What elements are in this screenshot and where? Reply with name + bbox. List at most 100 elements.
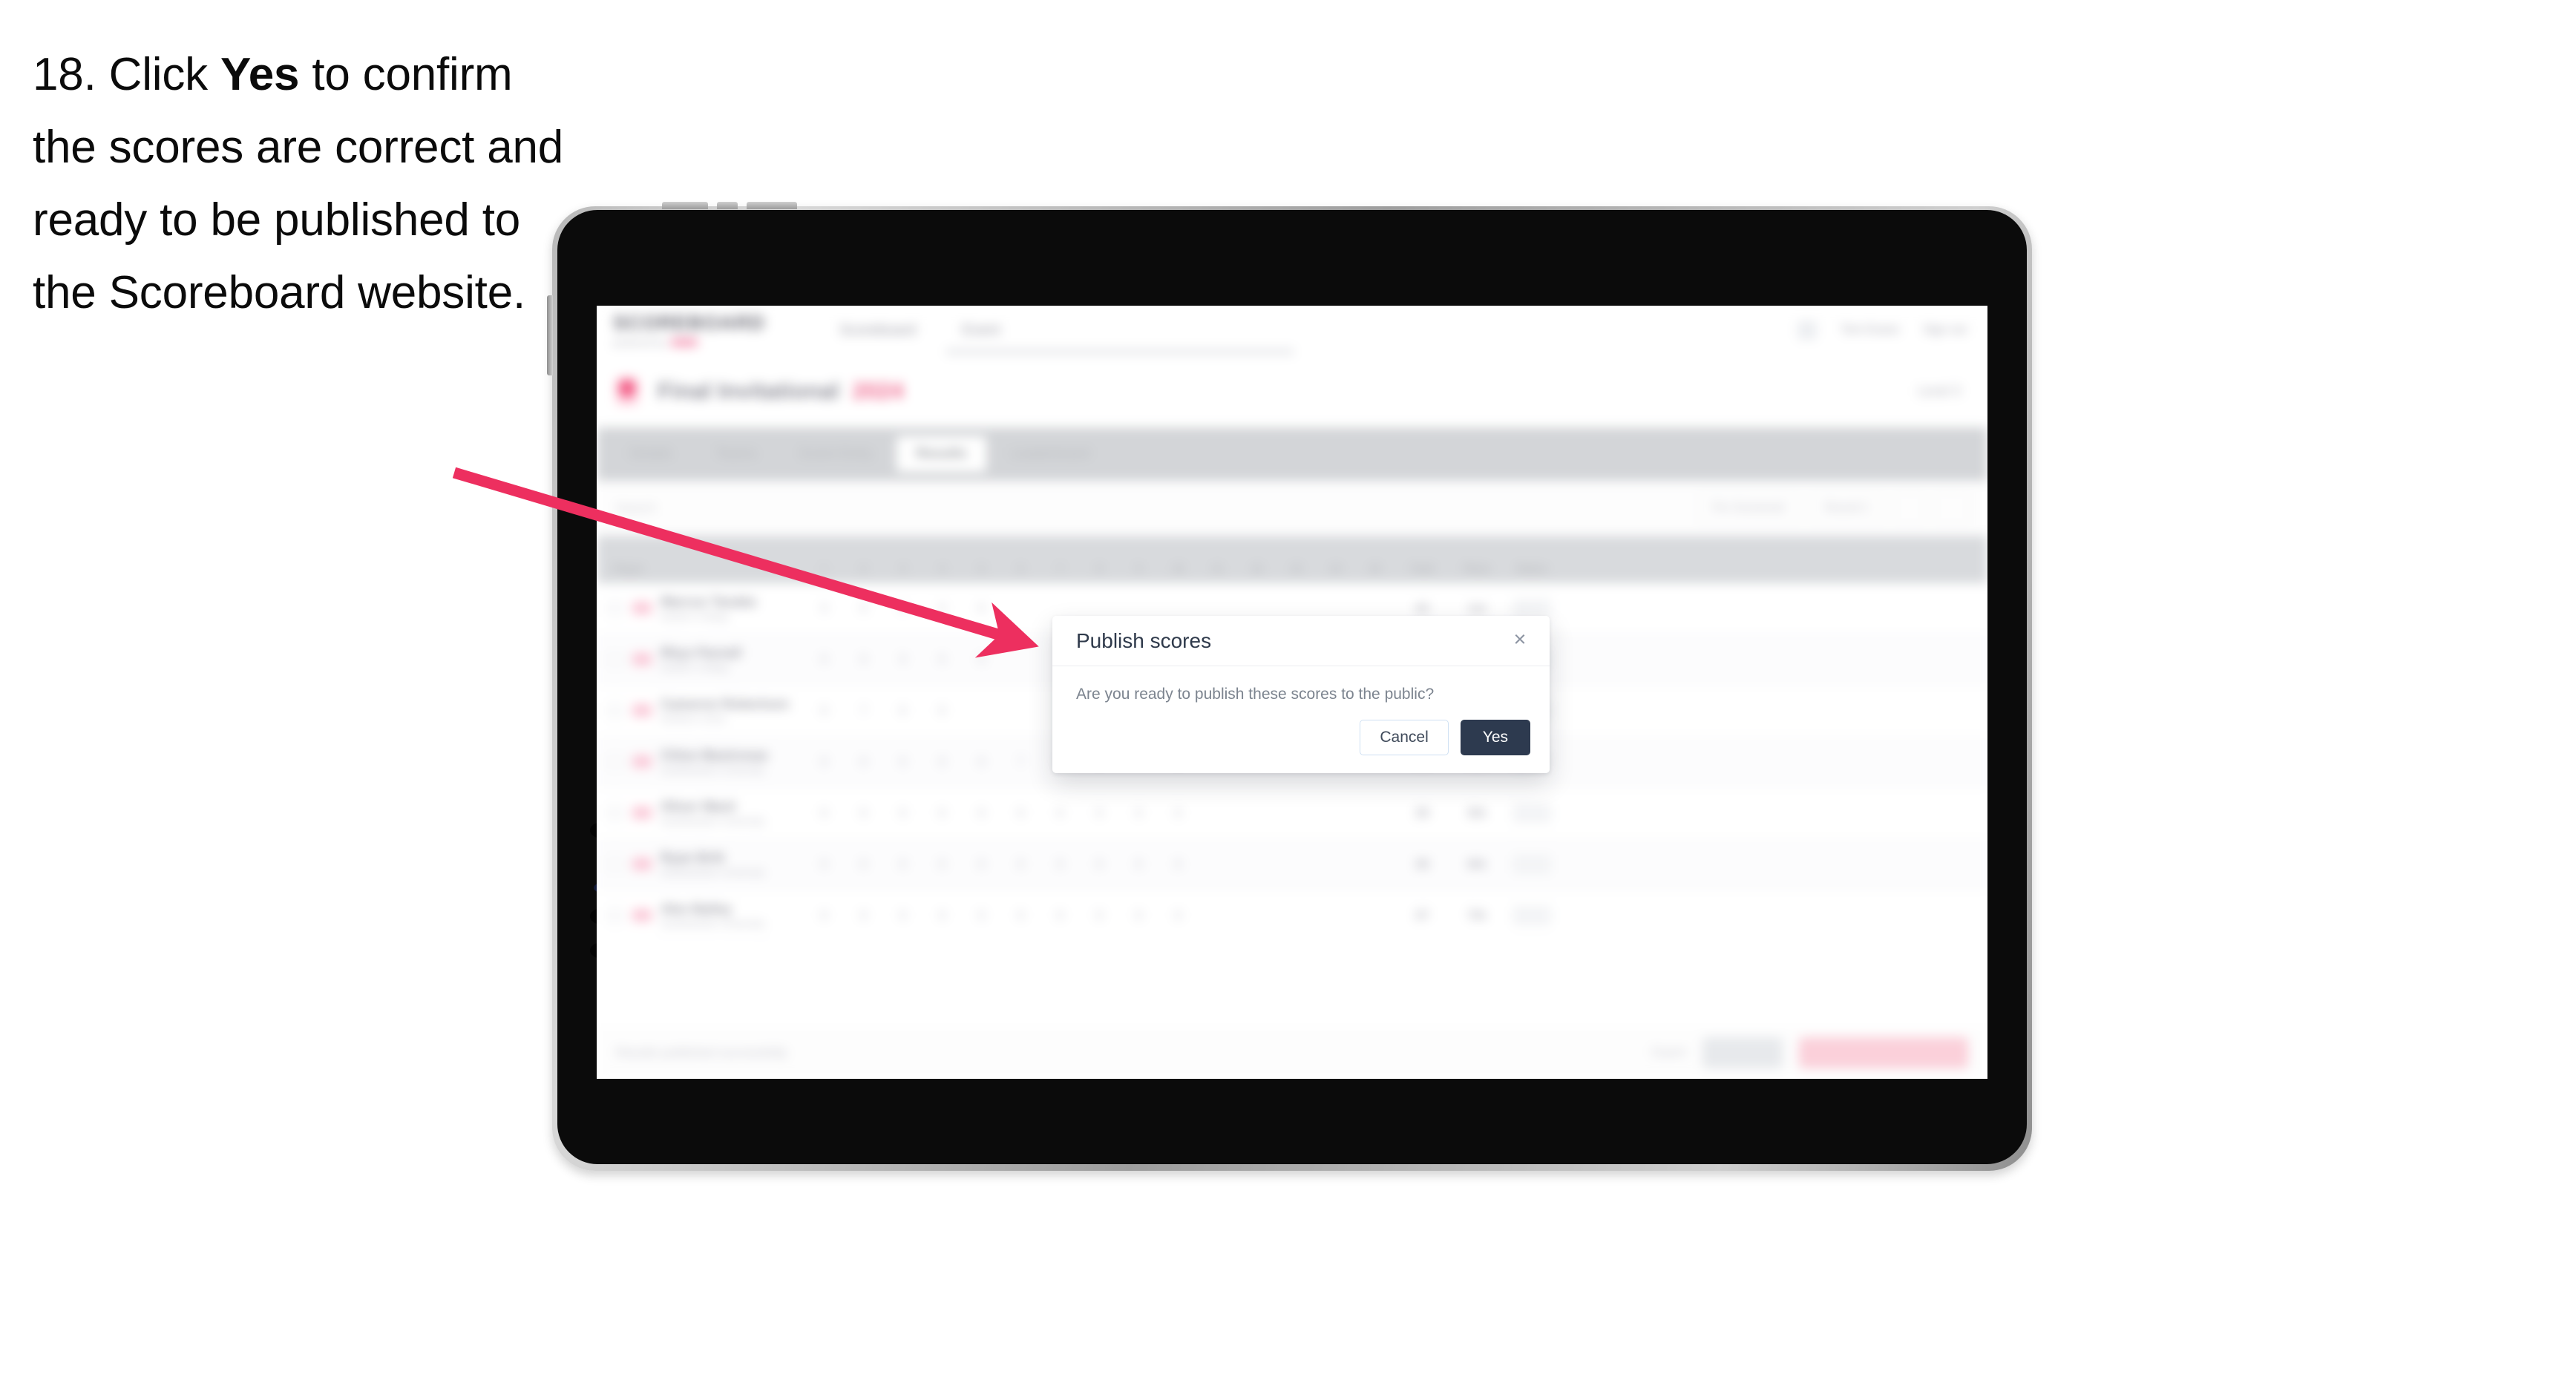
score-cell-1[interactable]: 8 bbox=[804, 908, 844, 923]
score-cell-6[interactable]: 8 bbox=[1001, 857, 1040, 872]
sign-out-link[interactable]: Sign out bbox=[1923, 323, 1967, 337]
power-button[interactable] bbox=[662, 202, 708, 209]
nav-item-event[interactable]: Event bbox=[962, 322, 1000, 339]
tab-event-entry[interactable]: Event Entry bbox=[781, 436, 892, 472]
score-cell-4[interactable]: 9 bbox=[922, 601, 962, 616]
row-checkbox[interactable] bbox=[607, 702, 623, 719]
score-cell-2[interactable]: 8 bbox=[844, 908, 883, 923]
score-cell-2[interactable]: 8 bbox=[844, 755, 883, 769]
score-cell-4[interactable]: 8 bbox=[922, 806, 962, 821]
score-cell-1[interactable]: 9 bbox=[804, 601, 844, 616]
settings-icon[interactable] bbox=[1936, 493, 1968, 524]
place-cell: 7th bbox=[1467, 908, 1487, 922]
filter-round[interactable]: Round 1 bbox=[1810, 493, 1884, 524]
score-cell-6[interactable]: 8 bbox=[1001, 806, 1040, 821]
score-cell-10[interactable]: 8 bbox=[1158, 908, 1198, 923]
col-7: 7 bbox=[1057, 562, 1063, 574]
table-row[interactable]: Oliver Ward Southwestern University 8 8 8 8 8 8… bbox=[597, 788, 1987, 839]
tab-teams[interactable]: Teams bbox=[696, 436, 776, 472]
score-cell-8[interactable]: 8 bbox=[1080, 857, 1119, 872]
close-icon[interactable]: × bbox=[1507, 626, 1533, 653]
col-10: 10 bbox=[1172, 562, 1184, 574]
table-row[interactable]: Alex Bailey Southwestern University 8 8 8 8 8 8… bbox=[597, 890, 1987, 942]
filter-pre-screened[interactable]: Pre Screened bbox=[1697, 493, 1799, 524]
score-cell-1[interactable]: 8 bbox=[804, 755, 844, 769]
avatar[interactable] bbox=[1797, 321, 1818, 340]
score-cell-2[interactable]: 8 bbox=[844, 601, 883, 616]
row-checkbox[interactable] bbox=[607, 651, 623, 668]
col-place: Place bbox=[1463, 562, 1491, 574]
player-identity: Chloe Mastronas Southwestern University bbox=[661, 747, 768, 776]
search-input[interactable]: Search bbox=[616, 501, 656, 516]
row-checkbox[interactable] bbox=[607, 600, 623, 617]
score-cell-2[interactable]: 8 bbox=[844, 806, 883, 821]
yes-button[interactable]: Yes bbox=[1460, 720, 1530, 755]
user-name[interactable]: Tom Evans bbox=[1841, 323, 1899, 337]
score-cell-4[interactable]: 8 bbox=[922, 908, 962, 923]
table-view-icon[interactable] bbox=[1895, 493, 1924, 524]
score-cell-2[interactable]: 9 bbox=[844, 652, 883, 667]
score-cell-8[interactable]: 8 bbox=[1080, 908, 1119, 923]
score-cell-10[interactable]: 8 bbox=[1158, 806, 1198, 821]
row-checkbox[interactable] bbox=[607, 907, 623, 924]
score-cell-4[interactable]: 8 bbox=[922, 857, 962, 872]
export-link[interactable]: Export bbox=[1652, 1046, 1686, 1060]
competition-title-strip: Final Invitational 2024 Level 3 bbox=[597, 355, 1987, 427]
score-cell-7[interactable]: 8 bbox=[1040, 908, 1080, 923]
score-cell-10[interactable]: 8 bbox=[1158, 857, 1198, 872]
row-checkbox[interactable] bbox=[607, 855, 623, 873]
score-cell-3[interactable]: 8 bbox=[883, 703, 922, 718]
score-cell-9[interactable]: 8 bbox=[1119, 857, 1158, 872]
save-all-button[interactable] bbox=[1702, 1037, 1783, 1068]
score-cell-1[interactable]: 8 bbox=[804, 652, 844, 667]
score-cell-1[interactable]: 8 bbox=[804, 806, 844, 821]
score-cell-5[interactable]: 8 bbox=[962, 857, 1001, 872]
score-cell-4[interactable]: 8 bbox=[922, 755, 962, 769]
volume-notch-2-icon[interactable] bbox=[747, 202, 797, 209]
score-cell-3[interactable]: 8 bbox=[883, 908, 922, 923]
score-cell-4[interactable]: 8 bbox=[922, 703, 962, 718]
nav-underline bbox=[945, 349, 1294, 355]
score-cell-7[interactable]: 8 bbox=[1040, 806, 1080, 821]
score-cell-9[interactable]: 8 bbox=[1119, 806, 1158, 821]
score-cell-1[interactable]: 8 bbox=[804, 857, 844, 872]
score-cell-5[interactable]: 8 bbox=[962, 908, 1001, 923]
dialog-title: Publish scores bbox=[1076, 628, 1212, 652]
score-cell-2[interactable]: 8 bbox=[844, 857, 883, 872]
score-cell-8[interactable]: 8 bbox=[1080, 806, 1119, 821]
publish-scores-button[interactable] bbox=[1799, 1037, 1968, 1068]
tab-results[interactable]: Results bbox=[897, 436, 986, 472]
flag-icon bbox=[632, 755, 652, 769]
col-player: Player bbox=[613, 562, 645, 574]
score-cell-5[interactable]: 8 bbox=[962, 601, 1001, 616]
nav-item-scoreboard[interactable]: Scoreboard bbox=[839, 322, 916, 339]
tab-details[interactable]: Details bbox=[610, 436, 692, 472]
volume-notch-icon[interactable] bbox=[717, 202, 738, 209]
table-row[interactable]: Ryan Britt Southwestern University 8 8 8 8 8 8 8… bbox=[597, 839, 1987, 890]
brand-logo[interactable]: SCOREBOARD powered by bbox=[613, 311, 766, 348]
score-cell-2[interactable]: 7 bbox=[844, 703, 883, 718]
score-cell-3[interactable]: 8 bbox=[883, 857, 922, 872]
score-cell-7[interactable]: 8 bbox=[1040, 857, 1080, 872]
score-cell-4[interactable]: 8 bbox=[922, 652, 962, 667]
score-cell-3[interactable]: 8 bbox=[883, 806, 922, 821]
score-cell-6[interactable]: 8 bbox=[1001, 908, 1040, 923]
col-total: Total bbox=[1409, 562, 1435, 574]
brand-wordmark: SCOREBOARD bbox=[613, 311, 766, 334]
score-cell-9[interactable]: 8 bbox=[1119, 908, 1158, 923]
row-checkbox[interactable] bbox=[607, 753, 623, 770]
place-cell: 1st bbox=[1467, 601, 1487, 615]
cancel-button[interactable]: Cancel bbox=[1360, 720, 1449, 755]
player-cell: Rhys Parnell Eastern College bbox=[597, 645, 804, 674]
tab-leaderboard[interactable]: Leaderboard bbox=[991, 436, 1110, 472]
score-cell-3[interactable]: 9 bbox=[883, 652, 922, 667]
volume-rocker-button[interactable] bbox=[547, 295, 553, 375]
row-checkbox[interactable] bbox=[607, 804, 623, 821]
score-cell-5[interactable]: 8 bbox=[962, 652, 1001, 667]
score-cell-3[interactable]: 9 bbox=[883, 601, 922, 616]
score-cell-5[interactable]: 8 bbox=[962, 755, 1001, 769]
score-cell-1[interactable]: 8 bbox=[804, 703, 844, 718]
score-cell-3[interactable]: 8 bbox=[883, 755, 922, 769]
score-cell-5[interactable]: 8 bbox=[962, 806, 1001, 821]
score-cell-6[interactable]: 7 bbox=[1001, 755, 1040, 769]
